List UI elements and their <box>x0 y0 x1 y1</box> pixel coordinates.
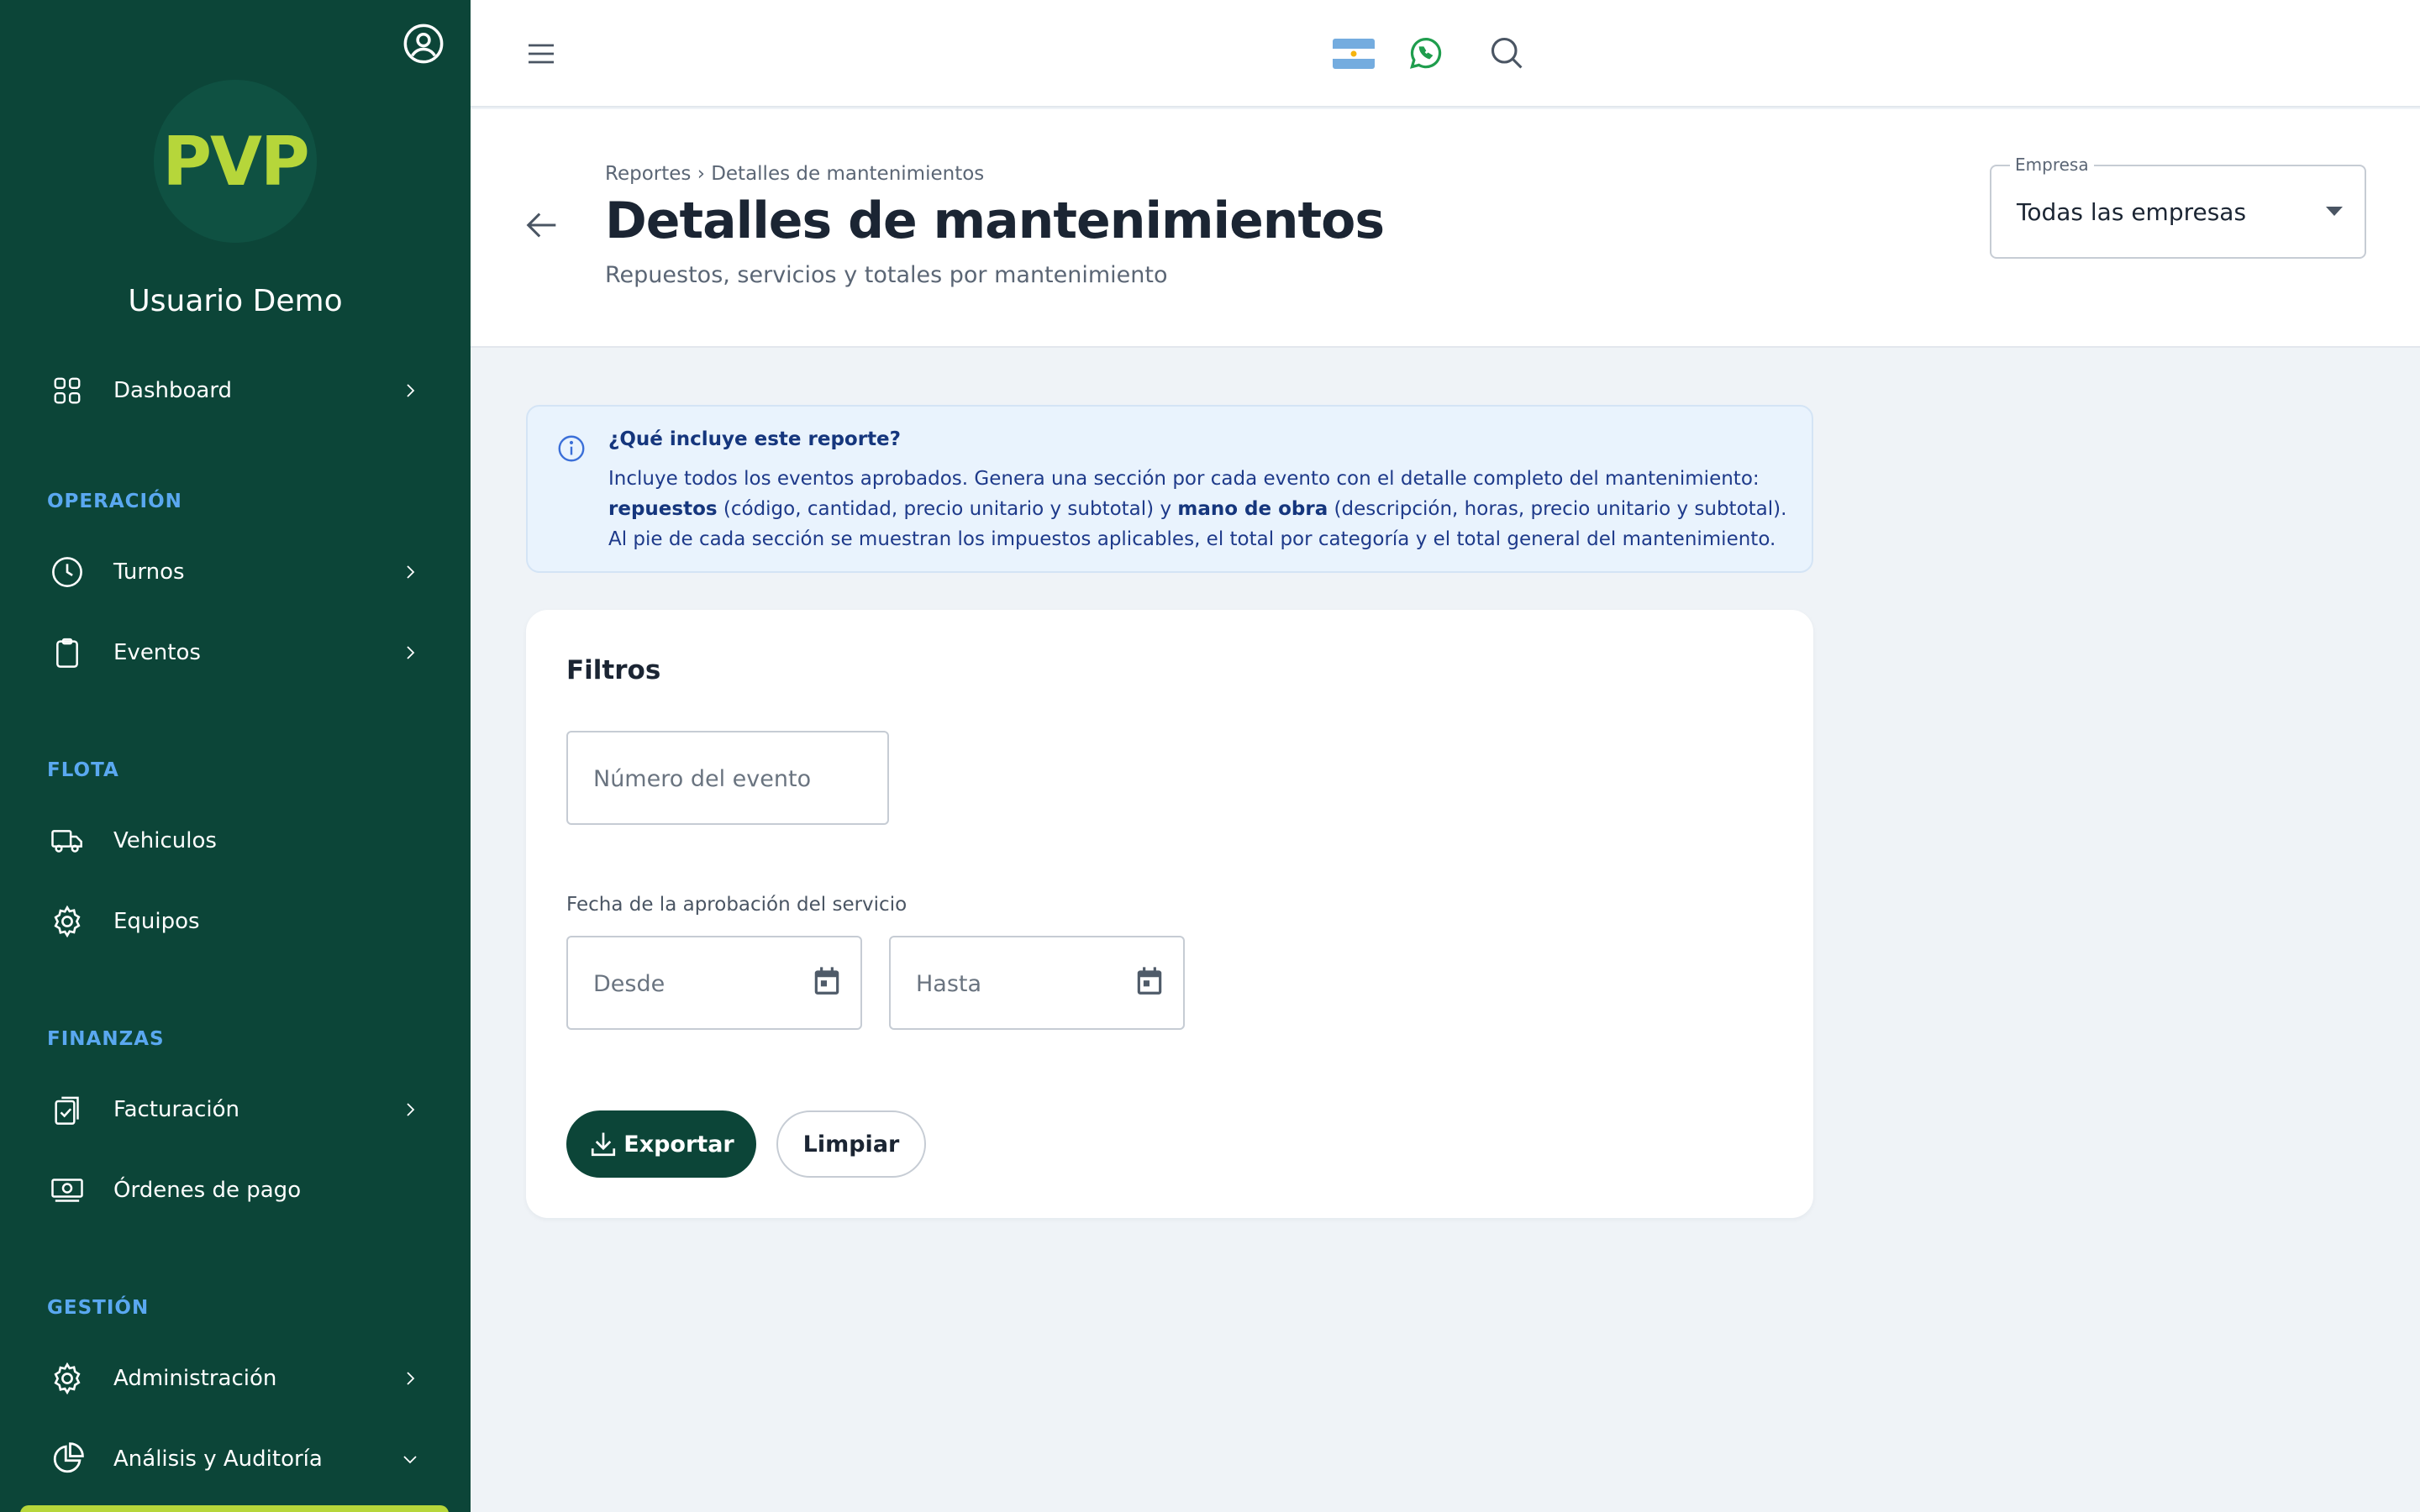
sidebar-item-label: Vehiculos <box>113 828 217 853</box>
grid-icon <box>47 370 87 411</box>
argentina-flag-icon[interactable] <box>1333 39 1375 69</box>
active-item-highlight <box>20 1505 449 1512</box>
filters-card: Filtros Número del evento Fecha de la ap… <box>526 610 1813 1218</box>
chevron-right-icon <box>397 1365 424 1392</box>
sidebar-item-vehiculos[interactable]: Vehiculos <box>0 807 471 874</box>
approval-date-label: Fecha de la aprobación del servicio <box>566 894 908 916</box>
filters-title: Filtros <box>566 655 661 685</box>
section-label-gestion: GESTIÓN <box>47 1297 150 1319</box>
sidebar-item-label: Análisis y Auditoría <box>113 1446 323 1472</box>
info-title: ¿Qué incluye este reporte? <box>608 428 901 450</box>
sidebar-item-ordenes-de-pago[interactable]: Órdenes de pago <box>0 1157 471 1224</box>
page-header: Reportes › Detalles de mantenimientos De… <box>471 109 2420 348</box>
calendar-icon[interactable] <box>810 963 844 1000</box>
section-label-flota: FLOTA <box>47 759 119 781</box>
sidebar-item-turnos[interactable]: Turnos <box>0 538 471 606</box>
date-from-input[interactable]: Desde <box>566 936 862 1030</box>
sidebar: PVP Usuario Demo Dashboard OPERACIÓN Tur… <box>0 0 471 1512</box>
clipboard-icon <box>47 633 87 673</box>
event-number-placeholder: Número del evento <box>593 766 812 792</box>
hamburger-icon <box>529 44 554 64</box>
gear-icon <box>47 1358 87 1399</box>
sidebar-item-dashboard[interactable]: Dashboard <box>0 357 471 424</box>
page-subtitle: Repuestos, servicios y totales por mante… <box>605 262 1168 288</box>
sidebar-item-eventos[interactable]: Eventos <box>0 619 471 686</box>
event-number-input[interactable]: Número del evento <box>566 731 889 825</box>
company-select[interactable]: Empresa Todas las empresas <box>1990 155 2366 259</box>
sidebar-item-administracion[interactable]: Administración <box>0 1345 471 1412</box>
chevron-right-icon <box>397 559 424 585</box>
report-info-box: ¿Qué incluye este reporte? Incluye todos… <box>526 405 1813 573</box>
sidebar-item-equipos[interactable]: Equipos <box>0 888 471 955</box>
company-select-value: Todas las empresas <box>2017 198 2247 226</box>
sidebar-item-analisis-auditoria[interactable]: Análisis y Auditoría <box>0 1425 471 1493</box>
money-icon <box>47 1170 87 1210</box>
whatsapp-button[interactable] <box>1405 34 1445 74</box>
back-button[interactable] <box>521 203 565 247</box>
info-bold-repuestos: repuestos <box>608 498 718 520</box>
chevron-down-icon <box>397 1446 424 1473</box>
info-text: (código, cantidad, precio unitario y sub… <box>717 498 1178 520</box>
info-text: Incluye todos los eventos aprobados. Gen… <box>608 468 1760 490</box>
date-to-placeholder: Hasta <box>916 971 982 997</box>
brand-logo: PVP <box>154 80 317 243</box>
info-bold-mano-de-obra: mano de obra <box>1177 498 1328 520</box>
chevron-right-icon <box>397 377 424 404</box>
chevron-right-icon <box>397 639 424 666</box>
sidebar-item-label: Equipos <box>113 909 200 934</box>
clear-button-label: Limpiar <box>802 1131 900 1158</box>
sidebar-item-label: Órdenes de pago <box>113 1178 302 1203</box>
whatsapp-icon <box>1410 38 1442 69</box>
chevron-right-icon <box>397 1096 424 1123</box>
breadcrumb[interactable]: Reportes › Detalles de mantenimientos <box>605 163 984 185</box>
sidebar-item-label: Dashboard <box>113 378 233 403</box>
search-button[interactable] <box>1486 32 1528 74</box>
sidebar-item-facturacion[interactable]: Facturación <box>0 1076 471 1143</box>
section-label-finanzas: FINANZAS <box>47 1028 165 1050</box>
clock-icon <box>47 552 87 592</box>
clear-button[interactable]: Limpiar <box>776 1110 926 1178</box>
search-icon <box>1491 37 1523 69</box>
section-label-operacion: OPERACIÓN <box>47 491 182 512</box>
user-circle-icon <box>403 24 444 64</box>
download-icon <box>592 1132 616 1157</box>
sidebar-item-label: Eventos <box>113 640 201 665</box>
info-icon <box>556 433 587 464</box>
logo-text: PVP <box>162 122 309 201</box>
calendar-icon[interactable] <box>1133 963 1166 1000</box>
export-button-label: Exportar <box>623 1131 734 1158</box>
page-title: Detalles de mantenimientos <box>605 192 1385 250</box>
gear-icon <box>47 901 87 942</box>
caret-down-icon <box>2326 207 2343 216</box>
date-to-input[interactable]: Hasta <box>889 936 1185 1030</box>
export-button[interactable]: Exportar <box>566 1110 756 1178</box>
pie-chart-icon <box>47 1439 87 1479</box>
company-select-label: Empresa <box>2010 155 2094 175</box>
date-from-placeholder: Desde <box>593 971 666 997</box>
top-bar <box>471 0 2420 108</box>
arrow-left-icon <box>526 213 556 238</box>
menu-toggle-button[interactable] <box>521 34 561 74</box>
profile-button[interactable] <box>398 18 449 69</box>
user-name: Usuario Demo <box>128 284 343 318</box>
sidebar-item-label: Turnos <box>113 559 185 585</box>
sidebar-item-label: Facturación <box>113 1097 239 1122</box>
sidebar-item-label: Administración <box>113 1366 277 1391</box>
clipboard-check-icon <box>47 1089 87 1130</box>
info-body: Incluye todos los eventos aprobados. Gen… <box>608 464 1793 554</box>
truck-icon <box>47 821 87 861</box>
